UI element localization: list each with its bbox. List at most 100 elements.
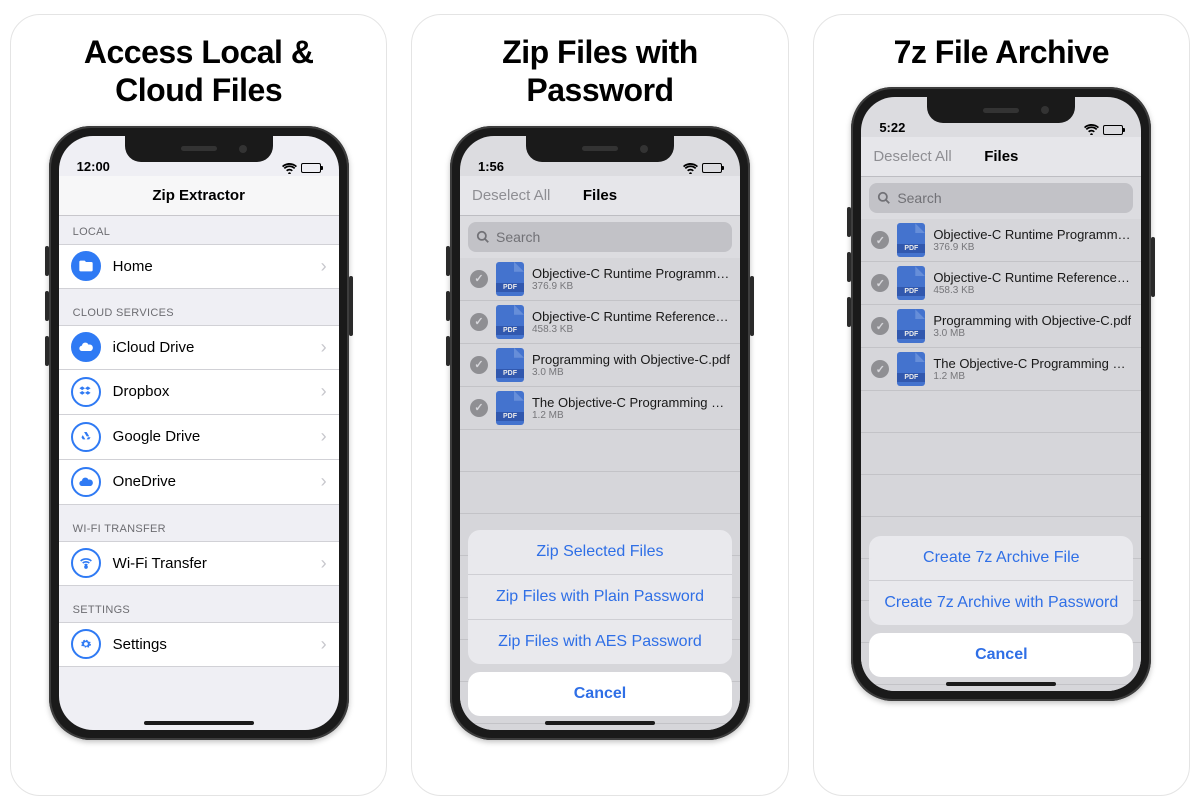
file-name: Objective-C Runtime Programmin… — [933, 227, 1131, 242]
chevron-right-icon: › — [321, 553, 327, 574]
notch — [526, 136, 674, 162]
pdf-icon — [496, 305, 524, 339]
file-size: 458.3 KB — [532, 324, 730, 335]
action-sheet-button[interactable]: Create 7z Archive File — [869, 536, 1133, 580]
search-placeholder: Search — [496, 229, 540, 245]
wifi-icon — [683, 163, 698, 174]
action-sheet: Create 7z Archive FileCreate 7z Archive … — [869, 536, 1133, 677]
phone-frame: 12:00 Zip Extractor LOCAL Home › CLOUD S… — [49, 126, 349, 740]
row-home[interactable]: Home › — [59, 244, 339, 289]
action-sheet-button[interactable]: Zip Files with Plain Password — [468, 574, 732, 619]
checkmark-icon: ✓ — [871, 274, 889, 292]
action-sheet-button[interactable]: Zip Files with AES Password — [468, 619, 732, 664]
file-name: Objective-C Runtime Programmin… — [532, 266, 730, 281]
status-time: 5:22 — [879, 120, 933, 135]
row-gdrive[interactable]: Google Drive › — [59, 415, 339, 460]
cancel-button[interactable]: Cancel — [869, 633, 1133, 677]
gear-icon — [71, 629, 101, 659]
onedrive-icon — [71, 467, 101, 497]
file-size: 3.0 MB — [933, 328, 1131, 339]
search-icon — [476, 230, 490, 244]
file-size: 1.2 MB — [532, 410, 730, 421]
file-size: 458.3 KB — [933, 285, 1131, 296]
file-size: 3.0 MB — [532, 367, 730, 378]
headline: 7z File Archive — [894, 33, 1109, 71]
promo-card-1: Access Local & Cloud Files 12:00 Zip Ext… — [10, 14, 387, 796]
file-row[interactable]: ✓Objective-C Runtime Programmin…376.9 KB — [460, 258, 740, 301]
deselect-all-button[interactable]: Deselect All — [873, 148, 951, 165]
section-header-settings: SETTINGS — [59, 586, 339, 622]
battery-icon — [1103, 125, 1123, 135]
gdrive-icon — [71, 422, 101, 452]
row-label: Dropbox — [113, 383, 321, 400]
action-sheet-button[interactable]: Create 7z Archive with Password — [869, 580, 1133, 625]
chevron-right-icon: › — [321, 337, 327, 358]
file-row[interactable]: ✓Programming with Objective-C.pdf3.0 MB — [460, 344, 740, 387]
file-name: Objective-C Runtime Reference.pdf — [532, 309, 730, 324]
row-wifi[interactable]: Wi-Fi Transfer › — [59, 541, 339, 586]
battery-icon — [301, 163, 321, 173]
search-input[interactable]: Search — [869, 183, 1133, 213]
promo-card-2: Zip Files with Password 1:56 Deselect Al… — [411, 14, 788, 796]
file-row[interactable]: ✓The Objective-C Programming Lan…1.2 MB — [460, 387, 740, 430]
file-row[interactable]: ✓ Objective-C Runtime Programmin…376.9 KB — [861, 219, 1141, 262]
home-indicator — [946, 682, 1056, 686]
row-icloud[interactable]: iCloud Drive › — [59, 325, 339, 370]
checkmark-icon: ✓ — [470, 270, 488, 288]
navbar: Zip Extractor — [59, 176, 339, 216]
file-name: Programming with Objective-C.pdf — [532, 352, 730, 367]
file-size: 376.9 KB — [933, 242, 1131, 253]
row-label: Home — [113, 258, 321, 275]
nav-title: Zip Extractor — [152, 187, 245, 204]
chevron-right-icon: › — [321, 426, 327, 447]
row-label: Wi-Fi Transfer — [113, 555, 321, 572]
row-settings[interactable]: Settings › — [59, 622, 339, 667]
chevron-right-icon: › — [321, 634, 327, 655]
home-indicator — [144, 721, 254, 725]
action-sheet-button[interactable]: Zip Selected Files — [468, 530, 732, 574]
file-name: The Objective-C Programming Lan… — [532, 395, 730, 410]
cancel-button[interactable]: Cancel — [468, 672, 732, 716]
search-input[interactable]: Search — [468, 222, 732, 252]
headline: Zip Files with Password — [502, 33, 698, 110]
nav-title: Files — [583, 187, 617, 204]
wifi-icon — [282, 163, 297, 174]
row-label: OneDrive — [113, 473, 321, 490]
file-row[interactable]: ✓ Programming with Objective-C.pdf3.0 MB — [861, 305, 1141, 348]
battery-icon — [702, 163, 722, 173]
chevron-right-icon: › — [321, 256, 327, 277]
status-time: 12:00 — [77, 159, 131, 174]
phone-frame: 1:56 Deselect All Files Search ✓Objectiv… — [450, 126, 750, 740]
section-header-local: LOCAL — [59, 216, 339, 244]
file-name: The Objective-C Programming Lan… — [933, 356, 1131, 371]
file-row[interactable]: ✓The Objective-C Programming Lan…1.2 MB — [861, 348, 1141, 391]
checkmark-icon: ✓ — [871, 231, 889, 249]
pdf-icon — [897, 266, 925, 300]
pdf-icon — [496, 348, 524, 382]
promo-card-3: 7z File Archive 5:22 Deselect All Files … — [813, 14, 1190, 796]
nav-title: Files — [984, 148, 1018, 165]
notch — [125, 136, 273, 162]
notch — [927, 97, 1075, 123]
file-row[interactable]: ✓Objective-C Runtime Reference.pdf458.3 … — [861, 262, 1141, 305]
checkmark-icon: ✓ — [871, 360, 889, 378]
main-list[interactable]: LOCAL Home › CLOUD SERVICES iCloud Drive… — [59, 216, 339, 730]
phone-frame: 5:22 Deselect All Files Search ✓Objectiv… — [851, 87, 1151, 701]
folder-icon — [71, 251, 101, 281]
deselect-all-button[interactable]: Deselect All — [472, 187, 550, 204]
row-onedrive[interactable]: OneDrive › — [59, 460, 339, 505]
file-row[interactable]: ✓ Objective-C Runtime Reference.pdf458.3 … — [460, 301, 740, 344]
action-sheet: Zip Selected FilesZip Files with Plain P… — [468, 530, 732, 716]
row-label: Settings — [113, 636, 321, 653]
section-header-wifi: WI-FI TRANSFER — [59, 505, 339, 541]
checkmark-icon: ✓ — [470, 313, 488, 331]
pdf-icon — [897, 352, 925, 386]
search-placeholder: Search — [897, 190, 941, 206]
wifi-transfer-icon — [71, 548, 101, 578]
pdf-icon — [496, 391, 524, 425]
checkmark-icon: ✓ — [871, 317, 889, 335]
row-label: Google Drive — [113, 428, 321, 445]
wifi-icon — [1084, 124, 1099, 135]
row-dropbox[interactable]: Dropbox › — [59, 370, 339, 415]
file-name: Programming with Objective-C.pdf — [933, 313, 1131, 328]
